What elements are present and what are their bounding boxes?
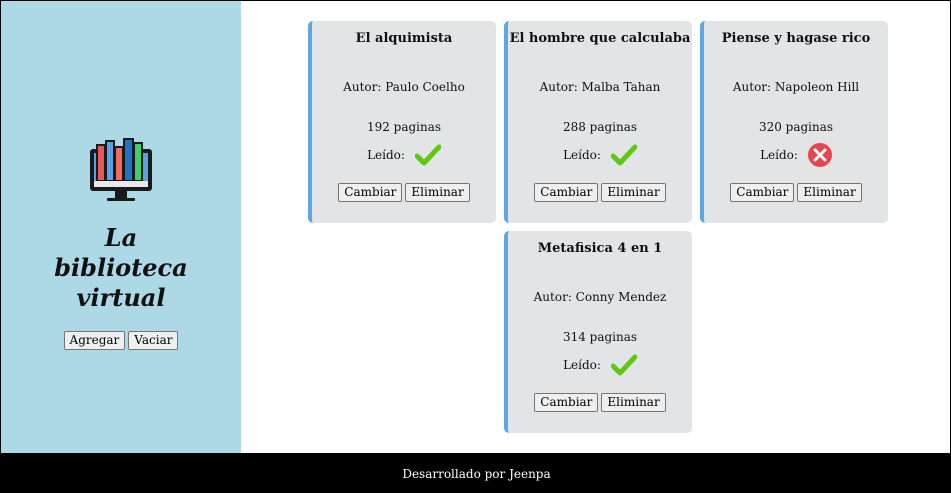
read-status: Leído: <box>563 142 637 168</box>
book-pages: 192 paginas <box>366 120 442 134</box>
change-button[interactable]: Cambiar <box>534 183 599 202</box>
book-author: Autor: Malba Tahan <box>539 80 661 94</box>
change-button[interactable]: Cambiar <box>730 183 795 202</box>
book-title: El hombre que calculaba <box>509 31 691 46</box>
sidebar: La biblioteca virtual Agregar Vaciar <box>1 1 241 453</box>
book-actions: Cambiar Eliminar <box>338 183 470 202</box>
clear-button[interactable]: Vaciar <box>128 331 179 350</box>
book-card: Metafisica 4 en 1 Autor: Conny Mendez 31… <box>504 231 692 433</box>
change-button[interactable]: Cambiar <box>338 183 403 202</box>
book-pages: 288 paginas <box>562 120 638 134</box>
delete-button[interactable]: Eliminar <box>405 183 470 202</box>
read-label: Leído: <box>367 148 405 162</box>
computer-library-icon <box>90 138 152 201</box>
book-title: Piense y hagase rico <box>721 31 871 46</box>
book-actions: Cambiar Eliminar <box>534 393 666 412</box>
read-label: Leído: <box>760 148 798 162</box>
book-author: Autor: Paulo Coelho <box>343 80 465 94</box>
book-pages: 314 paginas <box>562 330 638 344</box>
checkmark-icon <box>610 354 637 376</box>
book-author: Autor: Napoleon Hill <box>732 80 860 94</box>
book-card: El alquimista Autor: Paulo Coelho 192 pa… <box>308 21 496 223</box>
book-author: Autor: Conny Mendez <box>533 290 667 304</box>
change-button[interactable]: Cambiar <box>534 393 599 412</box>
footer: Desarrollado por Jeenpa <box>1 453 951 493</box>
book-grid: El alquimista Autor: Paulo Coelho 192 pa… <box>308 21 898 433</box>
book-pages: 320 paginas <box>758 120 834 134</box>
read-status: Leído: <box>367 142 441 168</box>
delete-button[interactable]: Eliminar <box>601 183 666 202</box>
book-actions: Cambiar Eliminar <box>730 183 862 202</box>
read-status: Leído: <box>760 142 832 168</box>
read-label: Leído: <box>563 148 601 162</box>
book-title: Metafisica 4 en 1 <box>537 241 663 256</box>
sidebar-actions: Agregar Vaciar <box>63 331 179 350</box>
book-card: El hombre que calculaba Autor: Malba Tah… <box>504 21 692 223</box>
app-title: La biblioteca virtual <box>54 223 188 312</box>
red-x-circle-icon <box>807 143 832 167</box>
checkmark-icon <box>414 144 441 166</box>
delete-button[interactable]: Eliminar <box>601 393 666 412</box>
read-label: Leído: <box>563 358 601 372</box>
main-content: El alquimista Autor: Paulo Coelho 192 pa… <box>241 1 951 453</box>
book-actions: Cambiar Eliminar <box>534 183 666 202</box>
book-card: Piense y hagase rico Autor: Napoleon Hil… <box>700 21 888 223</box>
read-status: Leído: <box>563 352 637 378</box>
checkmark-icon <box>610 144 637 166</box>
add-button[interactable]: Agregar <box>63 331 126 350</box>
delete-button[interactable]: Eliminar <box>797 183 862 202</box>
book-title: El alquimista <box>355 31 453 46</box>
footer-credit: Desarrollado por Jeenpa <box>402 466 551 481</box>
